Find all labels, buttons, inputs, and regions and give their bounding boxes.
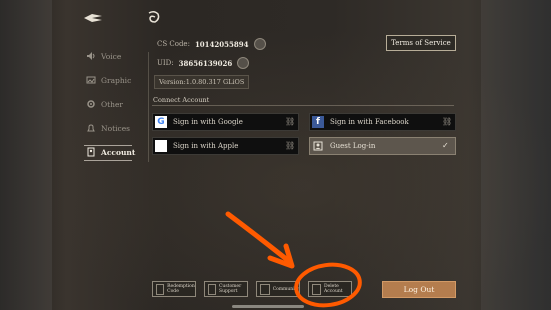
facebook-icon: f [312, 116, 324, 128]
delete-icon [312, 283, 321, 295]
sidebar-item-notices[interactable]: Notices [86, 116, 148, 140]
support-icon [208, 283, 216, 295]
copy-uid-icon[interactable] [237, 57, 250, 69]
sidebar-item-label: Notices [101, 123, 130, 133]
sidebar-divider [148, 52, 149, 162]
sidebar-item-other[interactable]: Other [86, 92, 148, 116]
delete-account-button[interactable]: Delete Account [308, 281, 352, 297]
link-icon: ⛓ [442, 117, 453, 126]
customer-support-button[interactable]: Customer Support [204, 281, 248, 297]
left-edge-shade [0, 0, 52, 310]
speaker-icon [86, 51, 96, 61]
guest-login-button[interactable]: Guest Log-in ✓ [309, 137, 456, 155]
background [0, 0, 551, 310]
redemption-code-button[interactable]: Redemption Code [152, 281, 196, 297]
uid-row: UID: 38656139026 [157, 57, 250, 69]
guest-login-label: Guest Log-in [330, 142, 376, 150]
google-icon: G [155, 116, 167, 128]
sign-in-apple-label: Sign in with Apple [173, 142, 239, 150]
cs-code-label: CS Code: [157, 40, 190, 48]
right-edge-shade [481, 0, 551, 310]
sidebar-item-label: Graphic [101, 75, 132, 85]
sign-in-facebook-label: Sign in with Facebook [330, 118, 409, 126]
sidebar-item-label: Voice [101, 51, 122, 61]
sidebar-item-label: Account [101, 147, 136, 157]
gift-icon [156, 283, 165, 295]
sidebar-item-account[interactable]: Account [84, 140, 148, 164]
sidebar-item-voice[interactable]: Voice [86, 44, 148, 68]
connect-account-title: Connect Account [153, 96, 210, 104]
home-indicator [232, 305, 304, 308]
redemption-code-label: Redemption Code [167, 284, 195, 294]
uid-label: UID: [157, 59, 174, 67]
image-icon [86, 75, 96, 85]
copy-cs-code-icon[interactable] [253, 38, 266, 50]
terms-of-service-button[interactable]: Terms of Service [386, 35, 456, 51]
community-button[interactable]: Community [256, 281, 300, 297]
sign-in-google-button[interactable]: G Sign in with Google ⛓ [152, 113, 299, 131]
delete-account-label: Delete Account [323, 284, 343, 294]
sign-in-facebook-button[interactable]: f Sign in with Facebook ⛓ [309, 113, 456, 131]
back-arrow-icon [84, 14, 102, 22]
person-icon [312, 140, 324, 152]
section-divider [152, 105, 454, 106]
link-icon: ⛓ [285, 117, 296, 126]
log-out-button[interactable]: Log Out [382, 281, 456, 298]
community-icon [260, 283, 270, 295]
sign-in-google-label: Sign in with Google [173, 118, 243, 126]
sign-in-apple-button[interactable]: Sign in with Apple ⛓ [152, 137, 299, 155]
link-icon: ⛓ [285, 141, 296, 150]
settings-sidebar: Voice Graphic Other Notices Account [84, 44, 148, 164]
sidebar-item-graphic[interactable]: Graphic [86, 68, 148, 92]
checkmark-icon: ✓ [442, 141, 449, 150]
customer-support-label: Customer Support [218, 284, 242, 294]
version-label: Version:1.0.80.317 GLiOS [154, 75, 250, 89]
sidebar-item-label: Other [101, 99, 124, 109]
cs-code-row: CS Code: 10142055894 [157, 38, 266, 50]
bell-icon [86, 123, 96, 133]
back-button[interactable] [82, 10, 104, 24]
uid-value: 38656139026 [178, 58, 233, 68]
community-label: Community [272, 286, 299, 292]
cs-code-value: 10142055894 [194, 39, 249, 49]
game-logo [146, 9, 162, 25]
game-emblem-icon [148, 10, 160, 23]
account-card-icon [86, 147, 96, 157]
apple-icon [155, 140, 167, 152]
gear-icon [86, 99, 96, 109]
